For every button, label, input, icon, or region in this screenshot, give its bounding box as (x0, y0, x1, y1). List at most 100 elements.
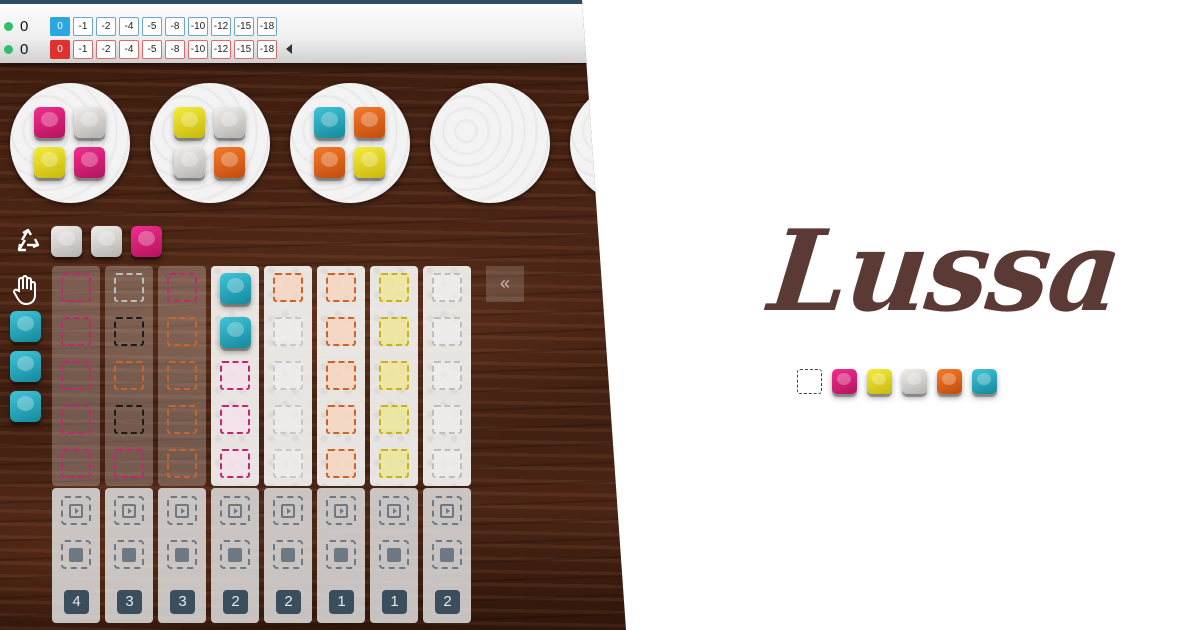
tile-slot[interactable] (61, 405, 91, 434)
check-slot-icon[interactable] (432, 540, 462, 569)
orange-tile[interactable] (354, 107, 385, 138)
pink-tile[interactable] (131, 226, 162, 257)
orange-tile[interactable] (314, 147, 345, 178)
pattern-column[interactable] (264, 266, 312, 486)
play-slot-icon[interactable] (379, 496, 409, 525)
teal-tile[interactable] (10, 311, 41, 342)
gray-tile[interactable] (74, 107, 105, 138)
pink-tile[interactable] (74, 147, 105, 178)
play-slot-icon[interactable] (114, 496, 144, 525)
tile-slot[interactable] (379, 405, 409, 434)
tile-slot[interactable] (432, 361, 462, 390)
check-slot-icon[interactable] (61, 540, 91, 569)
check-slot-icon[interactable] (273, 540, 303, 569)
tile-slot[interactable] (167, 405, 197, 434)
tile-slot[interactable] (379, 449, 409, 478)
gray-tile[interactable] (51, 226, 82, 257)
tile-slot[interactable] (167, 361, 197, 390)
tile-slot[interactable] (432, 449, 462, 478)
check-slot-icon[interactable] (220, 540, 250, 569)
check-slot-icon[interactable] (326, 540, 356, 569)
tile-slot[interactable] (326, 317, 356, 346)
tile-slot[interactable] (379, 317, 409, 346)
play-slot-icon[interactable] (220, 496, 250, 525)
tile-slot[interactable] (220, 449, 250, 478)
orange-tile[interactable] (214, 147, 245, 178)
tile-slot[interactable] (114, 273, 144, 302)
penalty-cell: -8 (165, 39, 185, 59)
penalty-cell: -4 (119, 16, 139, 36)
pattern-column[interactable] (317, 266, 365, 486)
gray-tile[interactable] (174, 147, 205, 178)
play-slot-icon[interactable] (273, 496, 303, 525)
tile-slot[interactable] (432, 317, 462, 346)
tile-slot[interactable] (326, 405, 356, 434)
penalty-cell: -10 (188, 39, 208, 59)
factory-display[interactable] (10, 83, 130, 203)
gray-tile[interactable] (214, 107, 245, 138)
tile-slot[interactable] (167, 273, 197, 302)
pink-tile[interactable] (34, 107, 65, 138)
factory-display[interactable] (150, 83, 270, 203)
yellow-tile[interactable] (174, 107, 205, 138)
penalty-cell: -10 (188, 16, 208, 36)
play-slot-icon[interactable] (167, 496, 197, 525)
tile-slot[interactable] (273, 361, 303, 390)
play-slot-icon[interactable] (61, 496, 91, 525)
tile-slot[interactable] (61, 317, 91, 346)
tile-slot[interactable] (114, 449, 144, 478)
pink-tile (832, 369, 857, 394)
teal-tile[interactable] (220, 317, 251, 348)
tile-slot[interactable] (273, 317, 303, 346)
tile-slot[interactable] (167, 449, 197, 478)
play-slot-icon[interactable] (326, 496, 356, 525)
collapse-panel-button[interactable]: « (486, 266, 524, 302)
yellow-tile[interactable] (34, 147, 65, 178)
tile-slot[interactable] (61, 273, 91, 302)
teal-tile[interactable] (220, 273, 251, 304)
check-slot-icon[interactable] (114, 540, 144, 569)
scoring-column: 3 (158, 488, 206, 623)
tile-slot[interactable] (167, 317, 197, 346)
factory-display[interactable] (430, 83, 550, 203)
tile-slot[interactable] (114, 405, 144, 434)
tile-slot[interactable] (273, 273, 303, 302)
tile-slot[interactable] (326, 449, 356, 478)
pattern-column[interactable] (158, 266, 206, 486)
pattern-column[interactable] (370, 266, 418, 486)
tile-slot[interactable] (432, 405, 462, 434)
tile-slot[interactable] (61, 361, 91, 390)
pattern-column[interactable] (52, 266, 100, 486)
tile-slot[interactable] (220, 405, 250, 434)
tile-slot[interactable] (432, 273, 462, 302)
check-slot-icon[interactable] (379, 540, 409, 569)
tile-slot[interactable] (114, 361, 144, 390)
tile-slot[interactable] (326, 273, 356, 302)
column-count-badge: 3 (117, 590, 142, 614)
yellow-tile (867, 369, 892, 394)
check-slot-icon[interactable] (167, 540, 197, 569)
tile-slot[interactable] (61, 449, 91, 478)
tile-slot[interactable] (273, 449, 303, 478)
tile-slot[interactable] (379, 273, 409, 302)
pattern-column[interactable] (211, 266, 259, 486)
gray-tile[interactable] (91, 226, 122, 257)
tile-slot[interactable] (379, 361, 409, 390)
tile-slot[interactable] (114, 317, 144, 346)
tile-slot[interactable] (326, 361, 356, 390)
tile-slot[interactable] (273, 405, 303, 434)
teal-tile[interactable] (314, 107, 345, 138)
yellow-tile[interactable] (354, 147, 385, 178)
penalty-cell: -18 (257, 39, 277, 59)
tile-slot[interactable] (220, 361, 250, 390)
play-slot-icon[interactable] (432, 496, 462, 525)
factory-display[interactable] (290, 83, 410, 203)
column-count-badge: 4 (64, 590, 89, 614)
player-2-score: 0 (20, 40, 29, 58)
pattern-column[interactable] (105, 266, 153, 486)
teal-tile[interactable] (10, 391, 41, 422)
pattern-column[interactable] (423, 266, 471, 486)
scoring-column: 1 (317, 488, 365, 623)
factory-display[interactable] (570, 83, 626, 203)
teal-tile[interactable] (10, 351, 41, 382)
